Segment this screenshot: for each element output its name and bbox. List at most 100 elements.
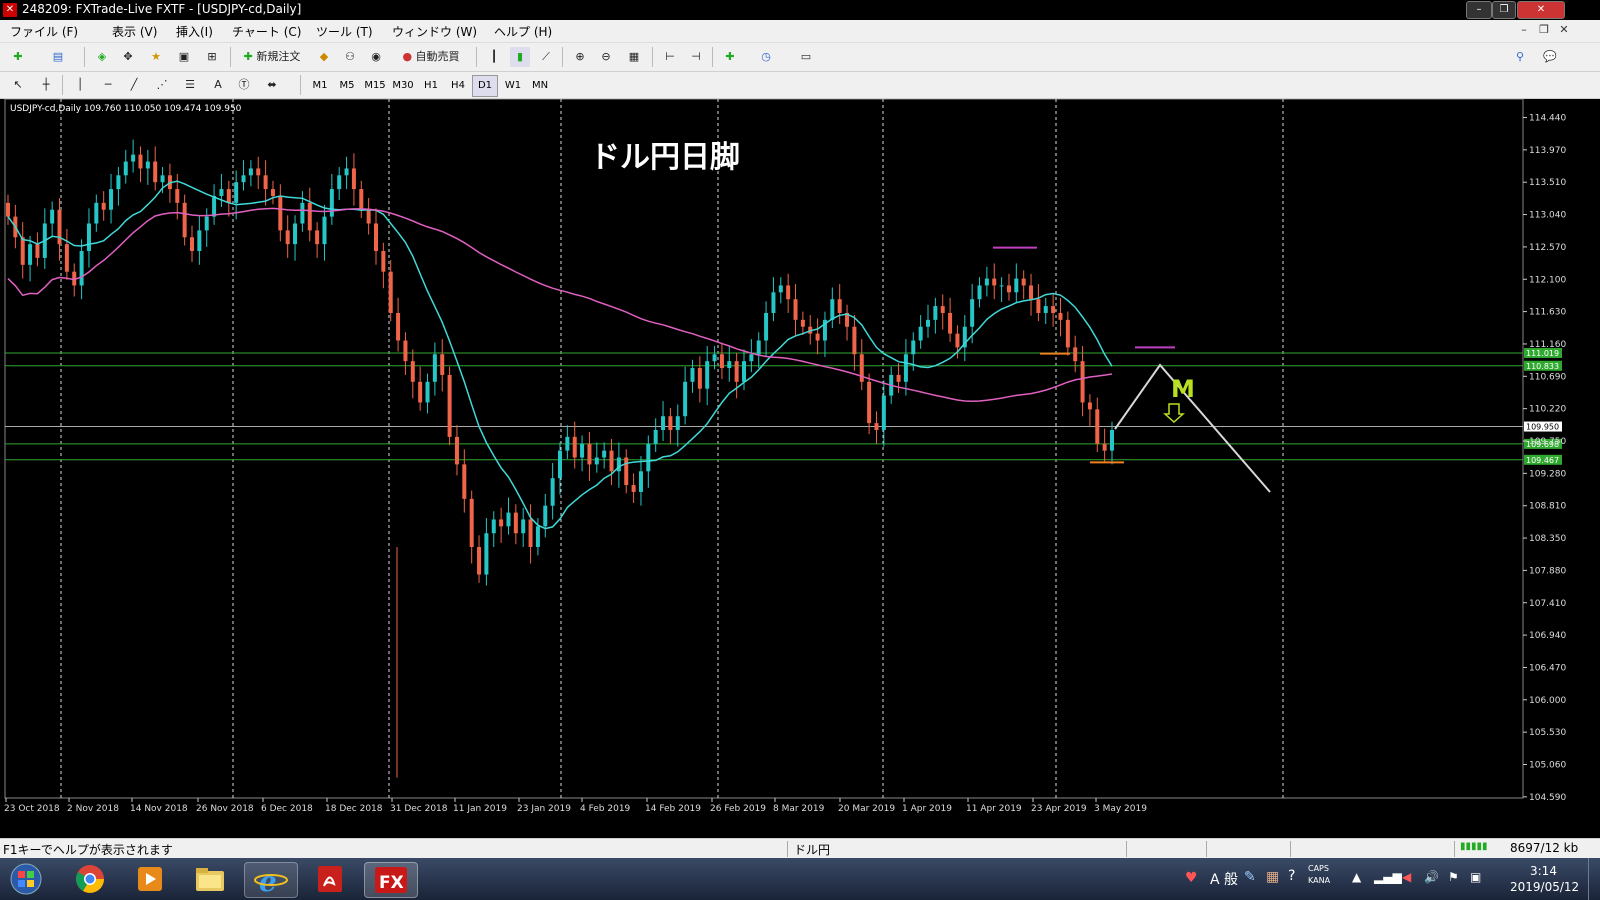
text-label-icon[interactable]: Ⓣ: [234, 75, 254, 95]
candle-bear: [852, 326, 857, 355]
cursor-icon[interactable]: ↖: [8, 75, 28, 95]
pdf-icon: [318, 866, 342, 892]
price-label: 106.000: [1529, 696, 1566, 706]
timeframe-m15[interactable]: M15: [362, 75, 388, 97]
toolbar-separator: [230, 47, 231, 67]
market-watch-icon[interactable]: ◈: [92, 47, 112, 67]
slow-moving-average: [7, 207, 1113, 403]
menu-insert[interactable]: 挿入(I): [176, 23, 213, 40]
candle-bear: [992, 278, 997, 286]
network-icon[interactable]: ▂▄▆: [1374, 870, 1402, 884]
timeframe-h1[interactable]: H1: [418, 75, 444, 97]
start-button[interactable]: [4, 862, 48, 896]
price-label: 107.410: [1529, 599, 1566, 609]
display-icon[interactable]: ▣: [1470, 870, 1481, 884]
candle-bull: [683, 381, 688, 417]
arrows-icon[interactable]: ⬌: [262, 75, 282, 95]
chat-icon[interactable]: 💬: [1540, 47, 1560, 67]
chart-shift-icon[interactable]: ⊢: [660, 47, 680, 67]
candle-bull: [602, 450, 607, 458]
trend-line-icon[interactable]: ╱: [124, 75, 144, 95]
navigator-icon[interactable]: ✥: [118, 47, 138, 67]
auto-scroll-icon[interactable]: ⊣: [686, 47, 706, 67]
auto-trading-button[interactable]: ● 自動売買: [392, 47, 470, 67]
media-player-taskbar-button[interactable]: [124, 862, 176, 896]
menu-chart[interactable]: チャート (C): [232, 23, 301, 40]
candle-bear: [1073, 347, 1078, 362]
market-icon[interactable]: ◉: [366, 47, 386, 67]
tray-expand-icon[interactable]: ▲: [1352, 870, 1361, 884]
candlestick-icon[interactable]: ▮: [510, 47, 530, 67]
menu-file[interactable]: ファイル (F): [10, 23, 78, 40]
mdi-restore-button[interactable]: ❐: [1534, 23, 1554, 37]
timeframe-mn[interactable]: MN: [527, 75, 553, 97]
timeframe-w1[interactable]: W1: [500, 75, 526, 97]
crosshair-icon[interactable]: ┼: [36, 75, 56, 95]
price-chart[interactable]: 111.019110.833109.950109.698109.467 114.…: [0, 98, 1600, 837]
explorer-taskbar-button[interactable]: [184, 862, 236, 896]
chart-window[interactable]: 111.019 110.833 109.950 109.698 109.467 114.…: [0, 98, 1600, 837]
timeframe-h4[interactable]: H4: [445, 75, 471, 97]
fibonacci-retracement-icon[interactable]: ☰: [180, 75, 200, 95]
level-label: 109.950: [1526, 423, 1559, 432]
line-chart-icon[interactable]: ⟋: [536, 47, 556, 67]
ime-indicator[interactable]: A 般: [1210, 869, 1238, 889]
timeframe-m1[interactable]: M1: [307, 75, 333, 97]
metaeditor-icon[interactable]: ◆: [314, 47, 334, 67]
text-icon[interactable]: A: [208, 75, 228, 95]
vertical-line-icon[interactable]: │: [70, 75, 90, 95]
templates-icon[interactable]: ▭: [796, 47, 816, 67]
price-label: 110.220: [1529, 405, 1566, 415]
price-label: 105.530: [1529, 728, 1566, 738]
security-icon[interactable]: ◀: [1402, 870, 1411, 884]
candle-bull: [911, 340, 916, 355]
menu-window[interactable]: ウィンドウ (W): [392, 23, 477, 40]
acrobat-taskbar-button[interactable]: [304, 862, 356, 896]
favorites-icon[interactable]: ★: [146, 47, 166, 67]
mt4-taskbar-button[interactable]: FX: [364, 862, 418, 898]
notification-icon[interactable]: ♥: [1185, 870, 1198, 886]
restore-button[interactable]: ❐: [1492, 1, 1516, 19]
ie-taskbar-button[interactable]: e: [244, 862, 298, 898]
candle-bull: [616, 457, 621, 472]
signals-icon[interactable]: ⚇: [340, 47, 360, 67]
zoom-in-icon[interactable]: ⊕: [570, 47, 590, 67]
menu-view[interactable]: 表示 (V): [112, 23, 157, 40]
volume-icon[interactable]: 🔊: [1424, 870, 1439, 884]
bar-chart-icon[interactable]: ┃: [484, 47, 504, 67]
new-order-button[interactable]: ✚ 新規注文: [236, 47, 308, 67]
horizontal-line-icon[interactable]: ─: [98, 75, 118, 95]
ime-help-icon[interactable]: ?: [1288, 868, 1295, 884]
periods-icon[interactable]: ◷: [756, 47, 776, 67]
terminal-icon[interactable]: ▣: [174, 47, 194, 67]
search-icon[interactable]: ⚲: [1510, 47, 1530, 67]
tile-windows-icon[interactable]: ▦: [624, 47, 644, 67]
mdi-minimize-button[interactable]: –: [1514, 23, 1534, 37]
strategy-tester-icon[interactable]: ⊞: [202, 47, 222, 67]
menu-tools[interactable]: ツール (T): [316, 23, 373, 40]
ime-tools-icon[interactable]: ✎: [1244, 869, 1256, 885]
timeframe-d1[interactable]: D1: [472, 75, 498, 97]
chrome-icon: [76, 865, 104, 893]
show-desktop-button[interactable]: [1588, 858, 1600, 900]
candle-bear: [572, 436, 577, 458]
candle-bull: [234, 182, 239, 203]
chrome-taskbar-button[interactable]: [64, 862, 116, 896]
date-label: 23 Jan 2019: [517, 804, 571, 814]
ime-pad-icon[interactable]: ▦: [1266, 869, 1279, 885]
minimize-button[interactable]: –: [1466, 1, 1492, 19]
zoom-out-icon[interactable]: ⊖: [596, 47, 616, 67]
menu-help[interactable]: ヘルプ (H): [494, 23, 552, 40]
new-chart-icon[interactable]: ✚: [8, 47, 28, 67]
close-button[interactable]: ✕: [1517, 1, 1565, 19]
candle-bear: [469, 498, 474, 547]
clock-date[interactable]: 2019/05/12: [1510, 880, 1579, 894]
indicators-icon[interactable]: ✚: [720, 47, 740, 67]
clock-time[interactable]: 3:14: [1530, 864, 1557, 878]
timeframe-m5[interactable]: M5: [334, 75, 360, 97]
fibonacci-fan-icon[interactable]: ⋰: [152, 75, 172, 95]
timeframe-m30[interactable]: M30: [390, 75, 416, 97]
profiles-icon[interactable]: ▤: [48, 47, 68, 67]
action-center-icon[interactable]: ⚑: [1448, 870, 1459, 884]
mdi-close-button[interactable]: ✕: [1554, 23, 1574, 37]
